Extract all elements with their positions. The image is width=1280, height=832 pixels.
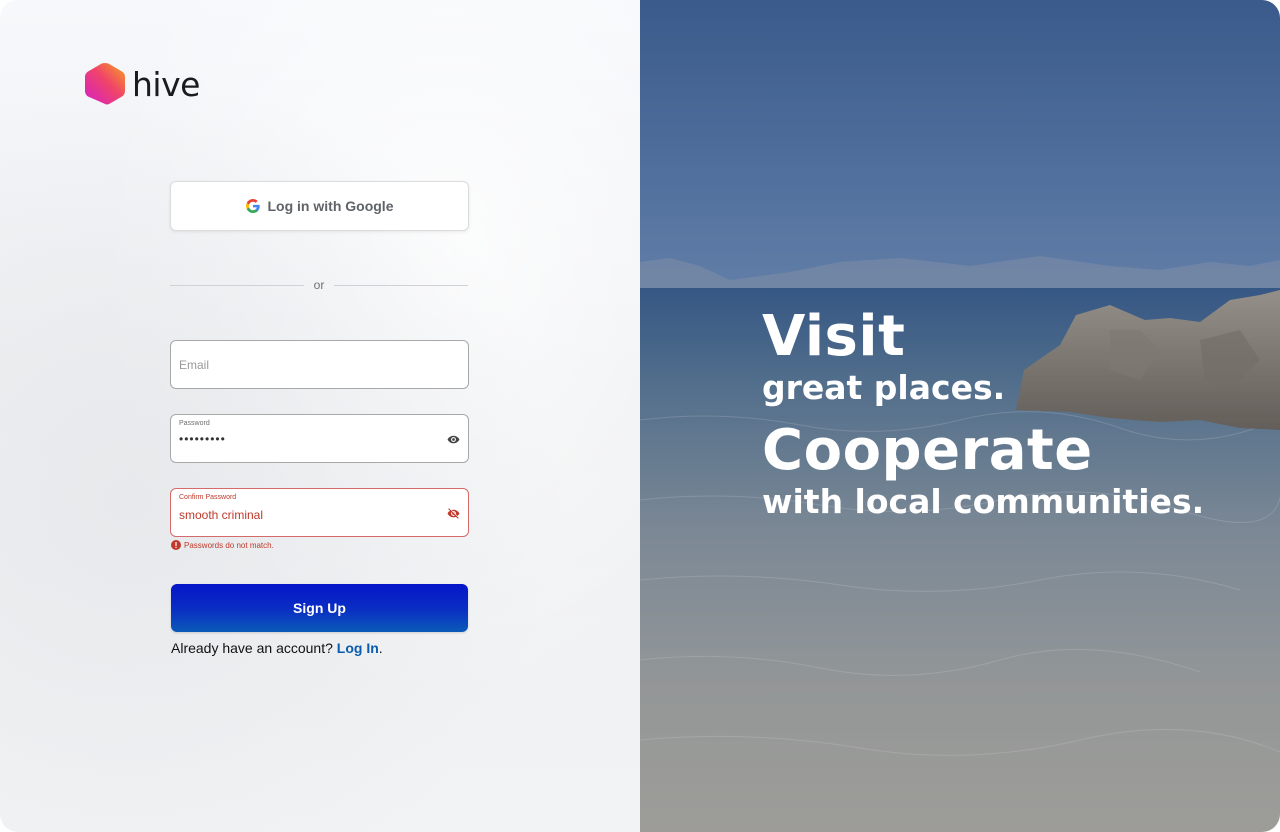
signup-button[interactable]: Sign Up bbox=[171, 584, 468, 632]
brand-name: hive bbox=[132, 64, 200, 104]
password-field[interactable]: Password ••••••••• bbox=[170, 414, 469, 463]
divider-text: or bbox=[313, 278, 325, 292]
hive-logo-icon bbox=[85, 63, 125, 105]
password-error: Passwords do not match. bbox=[171, 540, 274, 550]
login-suffix: . bbox=[378, 640, 383, 656]
google-icon bbox=[245, 199, 260, 213]
google-login-label: Log in with Google bbox=[267, 198, 394, 214]
google-login-button[interactable]: Log in with Google bbox=[170, 181, 469, 231]
hero-great-places: great places. bbox=[762, 368, 1006, 407]
confirm-password-label: Confirm Password bbox=[179, 494, 237, 501]
divider-line-left bbox=[170, 284, 304, 286]
confirm-password-field[interactable]: Confirm Password smooth criminal bbox=[170, 488, 469, 537]
hero-local-communities: with local communities. bbox=[762, 482, 1205, 521]
password-error-text: Passwords do not match. bbox=[184, 540, 274, 550]
app-frame: hive Log in with Google or Email Passwor… bbox=[0, 0, 1280, 832]
or-divider: or bbox=[170, 276, 469, 294]
email-placeholder: Email bbox=[179, 358, 210, 372]
password-value: ••••••••• bbox=[179, 432, 226, 446]
hero-text: Visit great places. Cooperate with local… bbox=[762, 305, 1204, 521]
eye-off-icon[interactable] bbox=[447, 507, 460, 520]
signup-panel: hive Log in with Google or Email Passwor… bbox=[0, 0, 640, 832]
eye-icon[interactable] bbox=[447, 433, 460, 446]
error-icon bbox=[171, 540, 181, 550]
hero-panel: Visit great places. Cooperate with local… bbox=[640, 0, 1280, 832]
account-prompt-text: Already have an account? bbox=[171, 640, 333, 656]
brand-logo[interactable]: hive bbox=[82, 60, 200, 108]
login-prompt: Already have an account? Log In. bbox=[171, 640, 383, 656]
password-label: Password bbox=[179, 420, 210, 427]
hero-visit: Visit bbox=[762, 304, 906, 369]
confirm-password-value: smooth criminal bbox=[179, 508, 264, 522]
hero-cooperate: Cooperate bbox=[762, 418, 1093, 483]
divider-line-right bbox=[334, 284, 469, 286]
login-link[interactable]: Log In bbox=[337, 640, 379, 656]
email-field[interactable]: Email bbox=[170, 340, 469, 389]
